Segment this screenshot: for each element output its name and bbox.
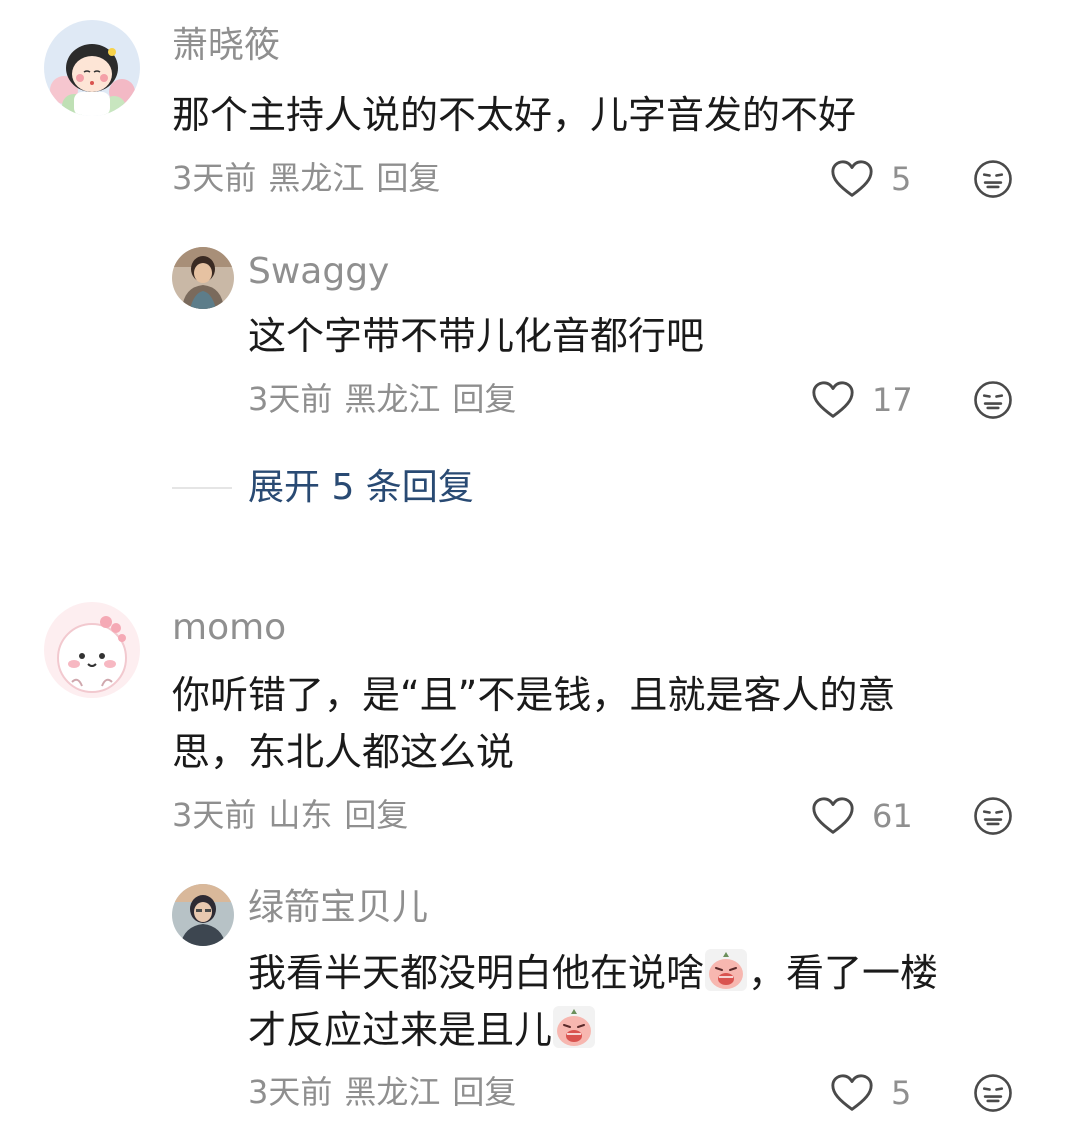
- pink-cartoon-avatar-icon: [44, 602, 140, 698]
- like-button[interactable]: 61: [810, 793, 913, 839]
- crying-emoji-icon: [552, 1005, 596, 1049]
- meh-face-icon[interactable]: [972, 158, 1014, 200]
- user-avatar[interactable]: [172, 247, 234, 309]
- comment-meta: 3天前 黑龙江 回复: [248, 383, 528, 415]
- meh-face-icon[interactable]: [972, 1072, 1014, 1114]
- comment-text-line-2: 思，东北人都这么说: [172, 730, 515, 774]
- comment-location: 黑龙江: [344, 380, 441, 418]
- heart-icon: [829, 156, 875, 202]
- like-button[interactable]: 17: [810, 377, 913, 423]
- like-count: 61: [872, 797, 913, 835]
- comment-text-line-2: 才反应过来是且儿: [248, 1002, 596, 1059]
- comment-text: 这个字带不带儿化音都行吧: [248, 314, 705, 358]
- comment-location: 黑龙江: [344, 1073, 441, 1111]
- comment-text-part: ，看了一楼: [748, 951, 939, 995]
- comment-text-part: 我看半天都没明白他在说啥: [248, 951, 705, 995]
- photo-avatar-icon: [172, 884, 234, 946]
- username[interactable]: 绿箭宝贝儿: [248, 890, 428, 926]
- meh-face-icon[interactable]: [972, 795, 1014, 837]
- comment-time: 3天前: [248, 380, 333, 418]
- heart-icon: [829, 1070, 875, 1116]
- comment-text-line-1: 我看半天都没明白他在说啥 ，看了一楼: [248, 945, 938, 1002]
- crying-emoji-icon: [704, 948, 748, 992]
- reply-button[interactable]: 回复: [452, 1073, 516, 1111]
- expand-replies[interactable]: 展开 5 条回复: [172, 470, 474, 506]
- girl-cartoon-avatar-icon: [44, 20, 140, 116]
- user-avatar[interactable]: [44, 20, 140, 116]
- username[interactable]: momo: [172, 610, 286, 646]
- like-button[interactable]: 5: [829, 156, 911, 202]
- comment-location: 黑龙江: [268, 159, 365, 197]
- user-avatar[interactable]: [172, 884, 234, 946]
- comment-meta: 3天前 黑龙江 回复: [172, 162, 452, 194]
- comment-text-part: 才反应过来是且儿: [248, 1008, 553, 1052]
- photo-avatar-icon: [172, 247, 234, 309]
- reply-button[interactable]: 回复: [376, 159, 440, 197]
- reply-button[interactable]: 回复: [344, 796, 408, 834]
- comment-location: 山东: [268, 796, 333, 834]
- expand-replies-button[interactable]: 展开 5 条回复: [248, 470, 474, 506]
- like-count: 17: [872, 381, 913, 419]
- username[interactable]: 萧晓筱: [172, 28, 280, 64]
- comment-meta: 3天前 黑龙江 回复: [248, 1076, 528, 1108]
- divider: [172, 487, 232, 489]
- comment-text-line-1: 你听错了，是“且”不是钱，且就是客人的意: [172, 673, 896, 717]
- meh-face-icon[interactable]: [972, 379, 1014, 421]
- user-avatar[interactable]: [44, 602, 140, 698]
- like-count: 5: [891, 160, 912, 198]
- comment-time: 3天前: [172, 159, 257, 197]
- comment-time: 3天前: [248, 1073, 333, 1111]
- comment-meta: 3天前 山东 回复: [172, 799, 420, 831]
- like-count: 5: [891, 1074, 912, 1112]
- heart-icon: [810, 793, 856, 839]
- reply-button[interactable]: 回复: [452, 380, 516, 418]
- username[interactable]: Swaggy: [248, 254, 389, 290]
- comment-time: 3天前: [172, 796, 257, 834]
- comment-text: 那个主持人说的不太好，儿字音发的不好: [172, 93, 857, 137]
- like-button[interactable]: 5: [829, 1070, 911, 1116]
- heart-icon: [810, 377, 856, 423]
